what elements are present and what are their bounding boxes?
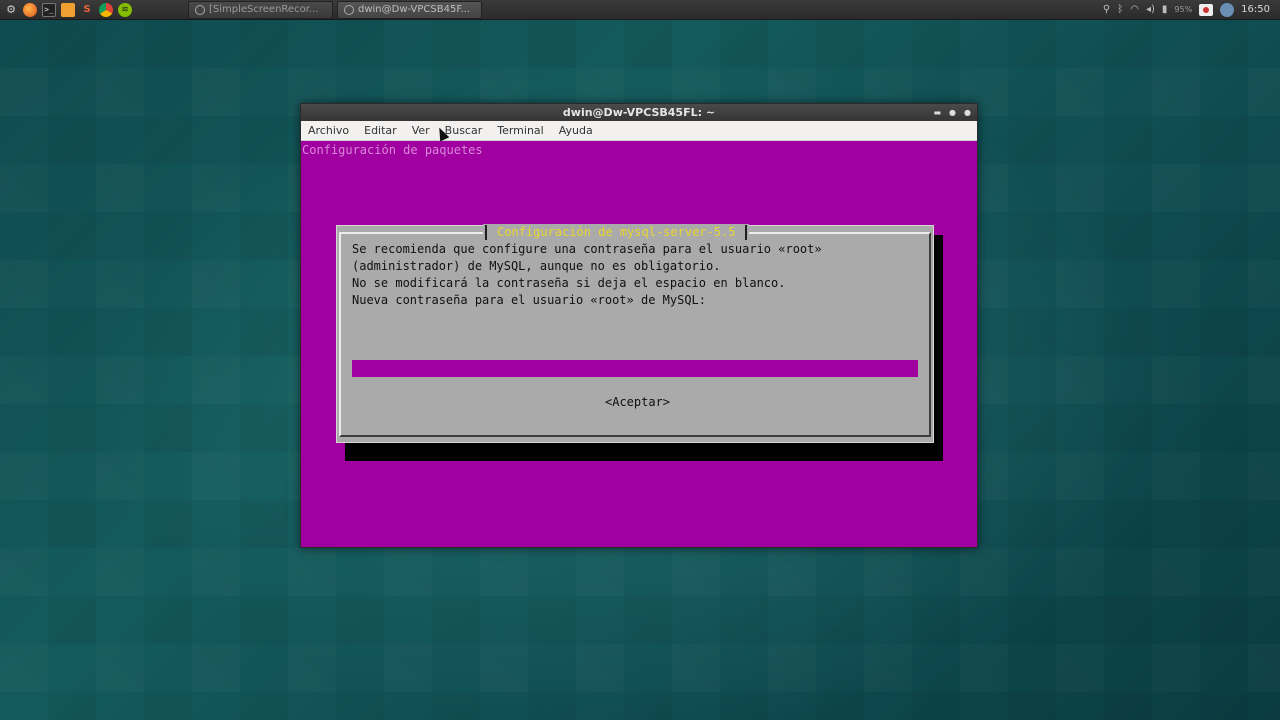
menu-ver[interactable]: Ver <box>412 124 430 137</box>
dialog-message: Se recomienda que configure una contrase… <box>352 241 822 309</box>
window-title: dwin@Dw-VPCSB45FL: ~ <box>562 106 716 119</box>
aceptar-button[interactable]: <Aceptar> <box>605 394 670 411</box>
menu-buscar[interactable]: Buscar <box>445 124 483 137</box>
minimize-icon[interactable]: ▬ <box>933 108 941 117</box>
record-icon[interactable] <box>1199 3 1214 16</box>
close-icon[interactable]: ● <box>964 108 971 117</box>
user-icon[interactable]: ⚲ <box>1103 4 1110 16</box>
task-simplescreenrecorder[interactable]: [SimpleScreenRecor... <box>188 0 333 19</box>
terminal-content[interactable]: Configuración de paquetes Configuración … <box>301 141 977 547</box>
chrome-icon[interactable] <box>99 2 113 17</box>
menu-ayuda[interactable]: Ayuda <box>559 124 593 137</box>
menu-terminal[interactable]: Terminal <box>497 124 544 137</box>
launcher-bar: ⚙ >_ S ≋ <box>0 2 180 17</box>
battery-icon[interactable]: ▮ <box>1162 4 1168 16</box>
folder-icon[interactable] <box>61 2 75 17</box>
wifi-icon[interactable]: ◠ <box>1130 4 1139 16</box>
settings-gear-icon[interactable]: ⚙ <box>4 3 18 17</box>
dialog-title: Configuración de mysql-server-5.5 <box>497 225 736 239</box>
taskbar: [SimpleScreenRecor... dwin@Dw-VPCSB45F..… <box>188 0 482 19</box>
dialog-line: Se recomienda que configure una contrase… <box>352 242 822 256</box>
menubar: Archivo Editar Ver Buscar Terminal Ayuda <box>301 121 977 141</box>
dialog-line: Nueva contraseña para el usuario «root» … <box>352 293 707 307</box>
recorder-icon <box>195 4 205 15</box>
password-input[interactable] <box>352 360 918 377</box>
dialog-backtitle: Configuración de paquetes <box>302 143 483 157</box>
avatar[interactable] <box>1220 2 1235 17</box>
battery-percent: 95% <box>1174 5 1193 14</box>
menu-archivo[interactable]: Archivo <box>308 124 349 137</box>
title-right-edge <box>745 225 748 240</box>
volume-icon[interactable]: ◂) <box>1146 4 1155 16</box>
system-tray: ⚲ ᛒ ◠ ◂) ▮ 95% 16:50 <box>1103 2 1280 17</box>
window-controls: ▬ ● ● <box>933 104 971 121</box>
task-terminal[interactable]: dwin@Dw-VPCSB45F... <box>337 0 482 19</box>
maximize-icon[interactable]: ● <box>949 108 956 117</box>
password-dialog: Configuración de mysql-server-5.5 Se rec… <box>336 224 934 443</box>
dialog-title-box: Configuración de mysql-server-5.5 <box>483 224 750 241</box>
task-label: dwin@Dw-VPCSB45F... <box>358 4 471 15</box>
window-titlebar[interactable]: dwin@Dw-VPCSB45FL: ~ ▬ ● ● <box>301 104 977 121</box>
dialog-line: No se modificará la contraseña si deja e… <box>352 276 786 290</box>
spotify-icon[interactable]: ≋ <box>118 2 132 17</box>
menu-editar[interactable]: Editar <box>364 124 397 137</box>
task-label: [SimpleScreenRecor... <box>209 4 319 15</box>
top-panel: ⚙ >_ S ≋ [SimpleScreenRecor... dwin@Dw-V… <box>0 0 1280 20</box>
firefox-icon[interactable] <box>23 2 37 17</box>
terminal-window: dwin@Dw-VPCSB45FL: ~ ▬ ● ● Archivo Edita… <box>300 103 978 548</box>
terminal-icon[interactable]: >_ <box>42 2 56 17</box>
bluetooth-icon[interactable]: ᛒ <box>1117 4 1123 16</box>
clock[interactable]: 16:50 <box>1241 4 1270 15</box>
terminal-task-icon <box>344 4 354 15</box>
dialog-line: (administrador) de MySQL, aunque no es o… <box>352 259 721 273</box>
s-app-icon[interactable]: S <box>80 3 94 17</box>
